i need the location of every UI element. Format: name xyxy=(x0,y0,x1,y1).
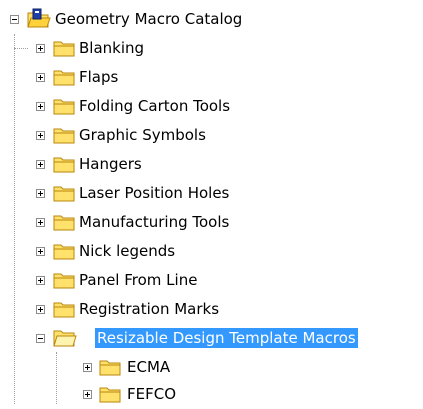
tree-node-label: FEFCO xyxy=(127,385,177,403)
tree-node-laser-position-holes[interactable]: Laser Position Holes xyxy=(0,179,330,208)
tree-node-label: ECMA xyxy=(127,358,171,376)
tree-node-geometry-macro-catalog[interactable]: Geometry Macro Catalog xyxy=(0,5,330,34)
folder-icon xyxy=(53,300,75,322)
tree-node-label: Graphic Symbols xyxy=(79,126,206,144)
tree-node-folding-carton-tools[interactable]: Folding Carton Tools xyxy=(0,92,330,121)
expand-toggle-icon[interactable] xyxy=(36,44,45,53)
tree-node-graphic-symbols[interactable]: Graphic Symbols xyxy=(0,121,330,150)
tree-node-label-selected: Resizable Design Template Macros xyxy=(95,328,358,348)
tree-node-label: Panel From Line xyxy=(79,271,198,289)
expand-toggle-icon[interactable] xyxy=(36,305,45,314)
tree-connector xyxy=(14,48,28,49)
tree-node-manufacturing-tools[interactable]: Manufacturing Tools xyxy=(0,208,330,237)
folder-icon xyxy=(99,358,121,380)
folder-icon xyxy=(53,97,75,119)
tree-node-resizable-design-template-macros[interactable]: Resizable Design Template Macros xyxy=(0,324,423,353)
folder-icon xyxy=(53,39,75,61)
tree-node-label: Flaps xyxy=(79,68,119,86)
expand-toggle-icon[interactable] xyxy=(83,363,92,372)
expand-toggle-icon[interactable] xyxy=(83,390,92,399)
collapse-toggle-icon[interactable] xyxy=(36,334,45,343)
folder-icon xyxy=(53,271,75,293)
expand-toggle-icon[interactable] xyxy=(36,218,45,227)
expand-toggle-icon[interactable] xyxy=(36,73,45,82)
expand-toggle-icon[interactable] xyxy=(36,160,45,169)
folder-icon xyxy=(53,68,75,90)
tree-node-label: Registration Marks xyxy=(79,300,220,318)
tree-node-fefco[interactable]: FEFCO xyxy=(0,380,330,409)
tree-node-label: Hangers xyxy=(79,155,142,173)
tree-node-ecma[interactable]: ECMA xyxy=(0,353,330,382)
tree-node-flaps[interactable]: Flaps xyxy=(0,63,330,92)
folder-icon xyxy=(53,155,75,177)
collapse-toggle-icon[interactable] xyxy=(10,15,19,24)
tree-node-nick-legends[interactable]: Nick legends xyxy=(0,237,330,266)
expand-toggle-icon[interactable] xyxy=(36,276,45,285)
tree-node-label: Manufacturing Tools xyxy=(79,213,230,231)
folder-icon xyxy=(53,184,75,206)
tree-node-hangers[interactable]: Hangers xyxy=(0,150,330,179)
tree-node-blanking[interactable]: Blanking xyxy=(0,34,330,63)
tree-node-label: Laser Position Holes xyxy=(79,184,230,202)
expand-toggle-icon[interactable] xyxy=(36,247,45,256)
expand-toggle-icon[interactable] xyxy=(36,131,45,140)
tree-node-label: Geometry Macro Catalog xyxy=(55,10,243,28)
tree-node-panel-from-line[interactable]: Panel From Line xyxy=(0,266,330,295)
macro-catalog-tree: Geometry Macro Catalog Blanking Flaps Fo… xyxy=(0,0,423,406)
folder-icon xyxy=(99,385,121,407)
expand-toggle-icon[interactable] xyxy=(36,189,45,198)
folder-icon xyxy=(53,126,75,148)
folder-open-icon xyxy=(53,328,77,352)
folder-icon xyxy=(53,213,75,235)
tree-node-label: Blanking xyxy=(79,39,145,57)
tree-node-label: Folding Carton Tools xyxy=(79,97,231,115)
folder-icon xyxy=(53,242,75,264)
tree-node-label: Nick legends xyxy=(79,242,176,260)
expand-toggle-icon[interactable] xyxy=(36,102,45,111)
tree-node-registration-marks[interactable]: Registration Marks xyxy=(0,295,330,324)
folder-open-macro-icon xyxy=(27,8,51,34)
